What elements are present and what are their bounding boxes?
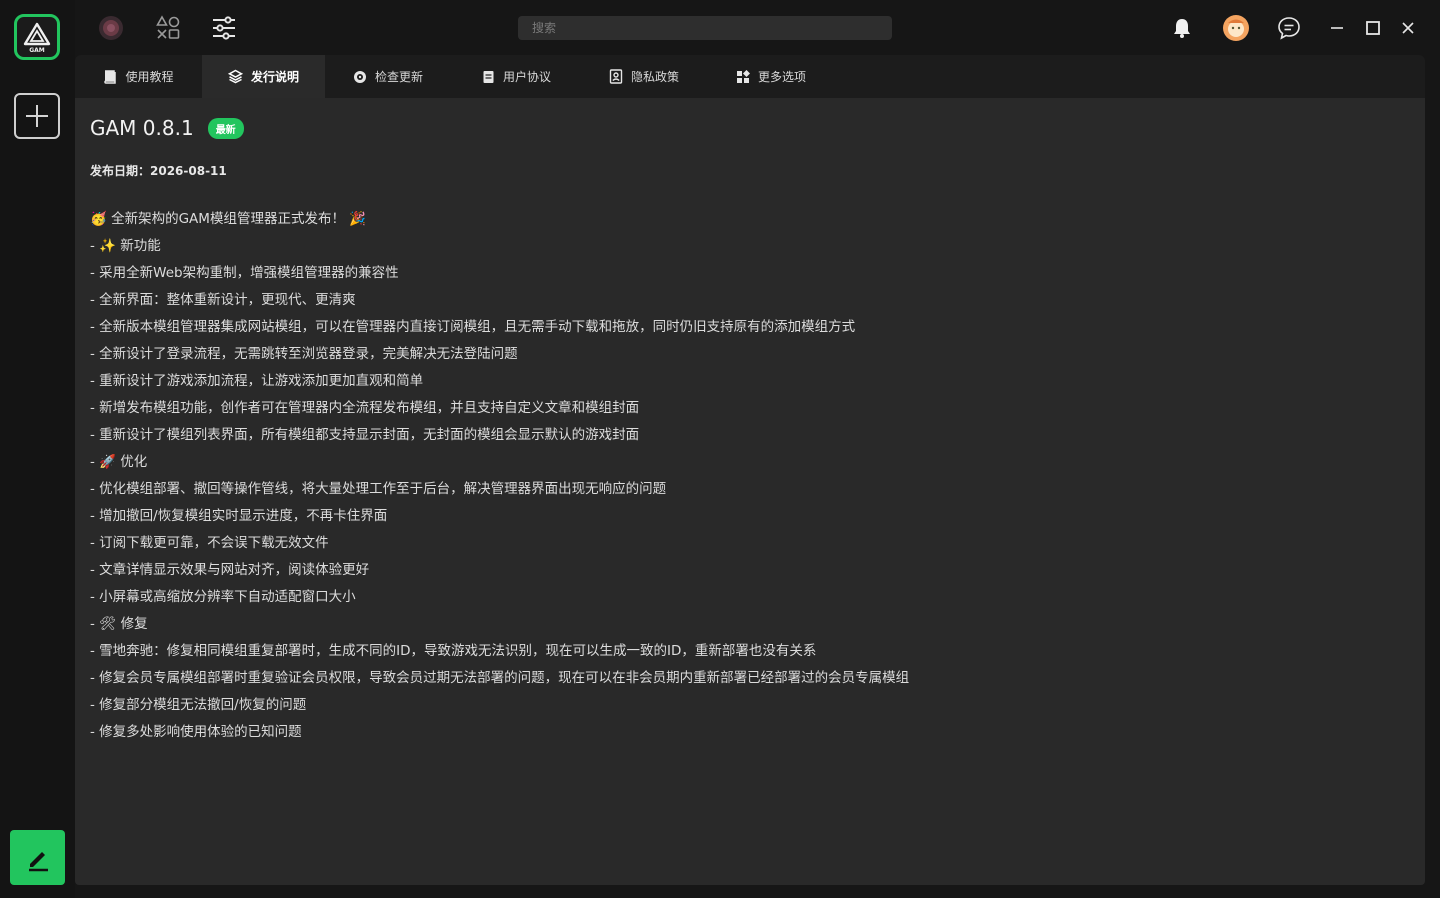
note-line: - 全新界面：整体重新设计，更现代、更清爽 [90, 292, 356, 308]
tab-label: 用户协议 [503, 70, 552, 84]
note-line: - 全新版本模组管理器集成网站模组，可以在管理器内直接订阅模组，且无需手动下载和… [90, 319, 856, 335]
tab-label: 隐私政策 [631, 70, 680, 84]
game-avatar-button[interactable] [97, 14, 125, 42]
note-line: - 🚀 优化 [90, 454, 148, 470]
tab-label: 发行说明 [250, 70, 299, 84]
note-line: - 新增发布模组功能，创作者可在管理器内全流程发布模组，并且支持自定义文章和模组… [90, 400, 640, 416]
messages-button[interactable] [1275, 14, 1303, 42]
sliders-icon [213, 16, 235, 40]
release-date: 发布日期：2026-08-11 [90, 164, 227, 178]
user-avatar[interactable] [1222, 14, 1250, 42]
tab-label: 检查更新 [375, 70, 424, 84]
user-avatar-icon [1223, 15, 1249, 41]
plus-icon [26, 105, 48, 127]
settings-sliders-button[interactable] [210, 14, 238, 42]
note-line: - ✨ 新功能 [90, 238, 161, 254]
logo-text: GAM [29, 47, 45, 54]
maximize-button[interactable] [1359, 14, 1387, 42]
release-notes-list: 🥳 全新架构的GAM模组管理器正式发布！ 🎉 - ✨ 新功能 - 采用全新Web… [90, 206, 909, 746]
latest-badge: 最新 [207, 117, 244, 139]
release-title: GAM 0.8.1 [90, 116, 194, 140]
note-line: - 修复会员专属模组部署时重复验证会员权限，导致会员过期无法部署的问题，现在可以… [90, 670, 910, 686]
close-button[interactable] [1394, 14, 1422, 42]
app-logo[interactable]: GAM [14, 14, 60, 60]
layers-icon [227, 69, 243, 84]
privacy-icon [609, 69, 623, 84]
note-line: - 全新设计了登录流程，无需跳转至浏览器登录，完美解决无法登陆问题 [90, 346, 518, 362]
release-header: GAM 0.8.1 最新 [90, 116, 244, 140]
tab-more-options[interactable]: 更多选项 [736, 55, 806, 98]
note-line: - 修复部分模组无法撤回/恢复的问题 [90, 697, 307, 713]
book-icon [104, 69, 117, 84]
note-line: - 重新设计了游戏添加流程，让游戏添加更加直观和简单 [90, 373, 424, 389]
apps-button[interactable] [154, 14, 182, 42]
refresh-icon [354, 70, 366, 83]
add-game-button[interactable] [14, 93, 60, 139]
tab-privacy-policy[interactable]: 隐私政策 [609, 55, 679, 98]
tab-user-agreement[interactable]: 用户协议 [482, 55, 551, 98]
maximize-icon [1366, 21, 1380, 35]
minimize-button[interactable] [1323, 14, 1351, 42]
note-line: - 🛠 修复 [90, 616, 148, 632]
note-line: 🥳 全新架构的GAM模组管理器正式发布！ 🎉 [90, 211, 367, 227]
note-line: - 增加撤回/恢复模组实时显示进度，不再卡住界面 [90, 508, 388, 524]
pencil-icon [28, 851, 48, 871]
note-line: - 重新设计了模组列表界面，所有模组都支持显示封面，无封面的模组会显示默认的游戏… [90, 427, 640, 443]
close-icon [1402, 22, 1414, 34]
grid-icon [737, 69, 750, 83]
search-input[interactable] [518, 16, 892, 40]
note-line: - 文章详情显示效果与网站对齐，阅读体验更好 [90, 562, 370, 578]
left-rail: GAM [0, 0, 75, 898]
tab-label: 更多选项 [758, 70, 807, 84]
apps-icon [156, 15, 180, 39]
tab-label: 使用教程 [125, 70, 174, 84]
note-line: - 雪地奔驰：修复相同模组重复部署时，生成不同的ID，导致游戏无法识别，现在可以… [90, 643, 817, 659]
tab-check-update[interactable]: 检查更新 [353, 55, 423, 98]
edit-button[interactable] [10, 830, 65, 885]
note-line: - 采用全新Web架构重制，增强模组管理器的兼容性 [90, 265, 399, 281]
document-icon [483, 70, 494, 83]
note-line: - 修复多处影响使用体验的已知问题 [90, 724, 302, 740]
tab-tutorial[interactable]: 使用教程 [75, 55, 202, 98]
minimize-icon [1331, 27, 1343, 29]
game-avatar-icon [99, 16, 123, 40]
release-notes-panel: GAM 0.8.1 最新 发布日期：2026-08-11 🥳 全新架构的GAM模… [75, 98, 1425, 885]
gam-logo-icon: GAM [23, 22, 51, 54]
top-bar [75, 0, 1440, 55]
note-line: - 小屏幕或高缩放分辨率下自动适配窗口大小 [90, 589, 356, 605]
tab-release-notes[interactable]: 发行说明 [202, 55, 325, 98]
notifications-button[interactable] [1168, 14, 1196, 42]
tab-bar: 使用教程 发行说明 检查更新 用户协议 隐私政策 更多选项 [75, 55, 1425, 98]
bell-icon [1174, 19, 1190, 38]
note-line: - 优化模组部署、撤回等操作管线，将大量处理工作至于后台，解决管理器界面出现无响… [90, 481, 667, 497]
note-line: - 订阅下载更可靠，不会误下载无效文件 [90, 535, 329, 551]
chat-icon [1278, 17, 1300, 40]
